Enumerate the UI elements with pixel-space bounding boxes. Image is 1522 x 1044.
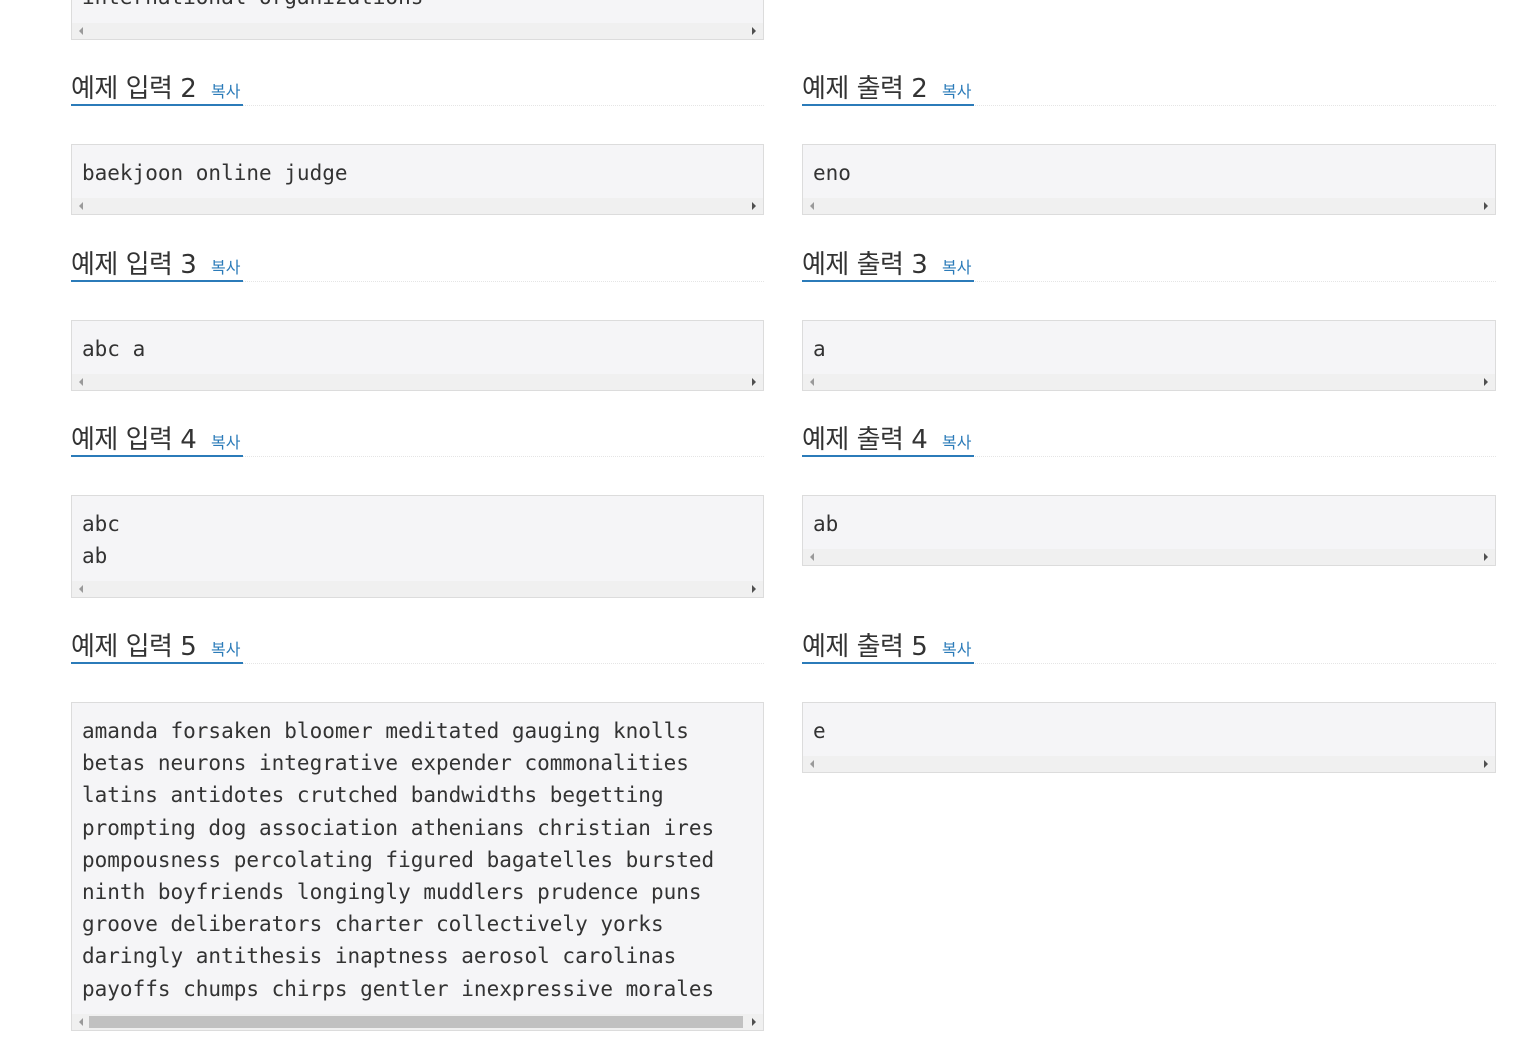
horizontal-scrollbar[interactable] [72, 374, 763, 390]
scrollbar-thumb[interactable] [89, 1016, 743, 1028]
copy-button[interactable]: 복사 [211, 636, 240, 660]
copy-button[interactable]: 복사 [211, 254, 240, 278]
sample-input-4-text: abc ab [82, 512, 120, 569]
horizontal-scrollbar[interactable] [72, 23, 763, 39]
sample-input-3-box: abc a [71, 320, 764, 391]
sample-input-4-title: 예제 입력 4 [71, 425, 197, 455]
sample-input-1-box: international organizations [71, 0, 764, 40]
copy-button[interactable]: 복사 [211, 429, 240, 453]
sample-input-1-text: international organizations [82, 0, 759, 13]
sample-output-2-box: eno [802, 144, 1496, 215]
scroll-left-icon[interactable] [79, 202, 83, 210]
copy-button[interactable]: 복사 [942, 254, 971, 278]
scroll-left-icon[interactable] [810, 202, 814, 210]
horizontal-scrollbar[interactable] [72, 198, 763, 214]
scroll-right-icon[interactable] [752, 27, 756, 35]
scroll-left-icon[interactable] [79, 585, 83, 593]
scroll-left-icon[interactable] [79, 378, 83, 386]
sample-output-3-header: 예제 출력 3 복사 [802, 244, 1496, 282]
sample-output-3-box: a [802, 320, 1496, 391]
scroll-right-icon[interactable] [1484, 760, 1488, 768]
scroll-right-icon[interactable] [1484, 202, 1488, 210]
sample-input-2-header: 예제 입력 2 복사 [71, 68, 764, 106]
sample-output-4-box: ab [802, 495, 1496, 566]
sample-input-4-header: 예제 입력 4 복사 [71, 419, 764, 457]
copy-button[interactable]: 복사 [942, 429, 971, 453]
sample-input-3-text: abc a [82, 337, 146, 361]
sample-input-4-box: abc ab [71, 495, 764, 598]
sample-input-5-text: amanda forsaken bloomer meditated gaugin… [82, 719, 715, 1001]
sample-output-5-box: e [802, 702, 1496, 773]
sample-input-3-header: 예제 입력 3 복사 [71, 244, 764, 282]
horizontal-scrollbar[interactable] [803, 549, 1495, 565]
scroll-right-icon[interactable] [752, 1018, 756, 1026]
copy-button[interactable]: 복사 [211, 78, 240, 102]
sample-input-2-text: baekjoon online judge [82, 161, 348, 185]
sample-output-4-header: 예제 출력 4 복사 [802, 419, 1496, 457]
sample-output-4-text: ab [813, 512, 839, 536]
sample-input-5-title: 예제 입력 5 [71, 632, 197, 662]
scroll-right-icon[interactable] [752, 378, 756, 386]
sample-output-3-title: 예제 출력 3 [802, 250, 928, 280]
sample-input-5-box: amanda forsaken bloomer meditated gaugin… [71, 702, 764, 1031]
scroll-left-icon[interactable] [79, 27, 83, 35]
scroll-left-icon[interactable] [810, 553, 814, 561]
horizontal-scrollbar[interactable] [72, 1014, 763, 1030]
sample-input-2-title: 예제 입력 2 [71, 74, 197, 104]
sample-output-5-header: 예제 출력 5 복사 [802, 626, 1496, 664]
sample-output-2-title: 예제 출력 2 [802, 74, 928, 104]
sample-output-4-title: 예제 출력 4 [802, 425, 928, 455]
sample-input-5-header: 예제 입력 5 복사 [71, 626, 764, 664]
scroll-right-icon[interactable] [752, 585, 756, 593]
scroll-left-icon[interactable] [79, 1018, 83, 1026]
sample-output-5-title: 예제 출력 5 [802, 632, 928, 662]
sample-input-2-box: baekjoon online judge [71, 144, 764, 215]
copy-button[interactable]: 복사 [942, 636, 971, 660]
sample-input-3-title: 예제 입력 3 [71, 250, 197, 280]
sample-output-2-header: 예제 출력 2 복사 [802, 68, 1496, 106]
horizontal-scrollbar[interactable] [72, 581, 763, 597]
horizontal-scrollbar[interactable] [803, 198, 1495, 214]
sample-output-5-text: e [813, 719, 826, 743]
scroll-left-icon[interactable] [810, 378, 814, 386]
scroll-left-icon[interactable] [810, 760, 814, 768]
copy-button[interactable]: 복사 [942, 78, 971, 102]
sample-output-2-text: eno [813, 161, 851, 185]
sample-output-3-text: a [813, 337, 826, 361]
horizontal-scrollbar[interactable] [803, 374, 1495, 390]
scroll-right-icon[interactable] [752, 202, 756, 210]
scroll-right-icon[interactable] [1484, 378, 1488, 386]
horizontal-scrollbar[interactable] [803, 756, 1495, 772]
scroll-right-icon[interactable] [1484, 553, 1488, 561]
